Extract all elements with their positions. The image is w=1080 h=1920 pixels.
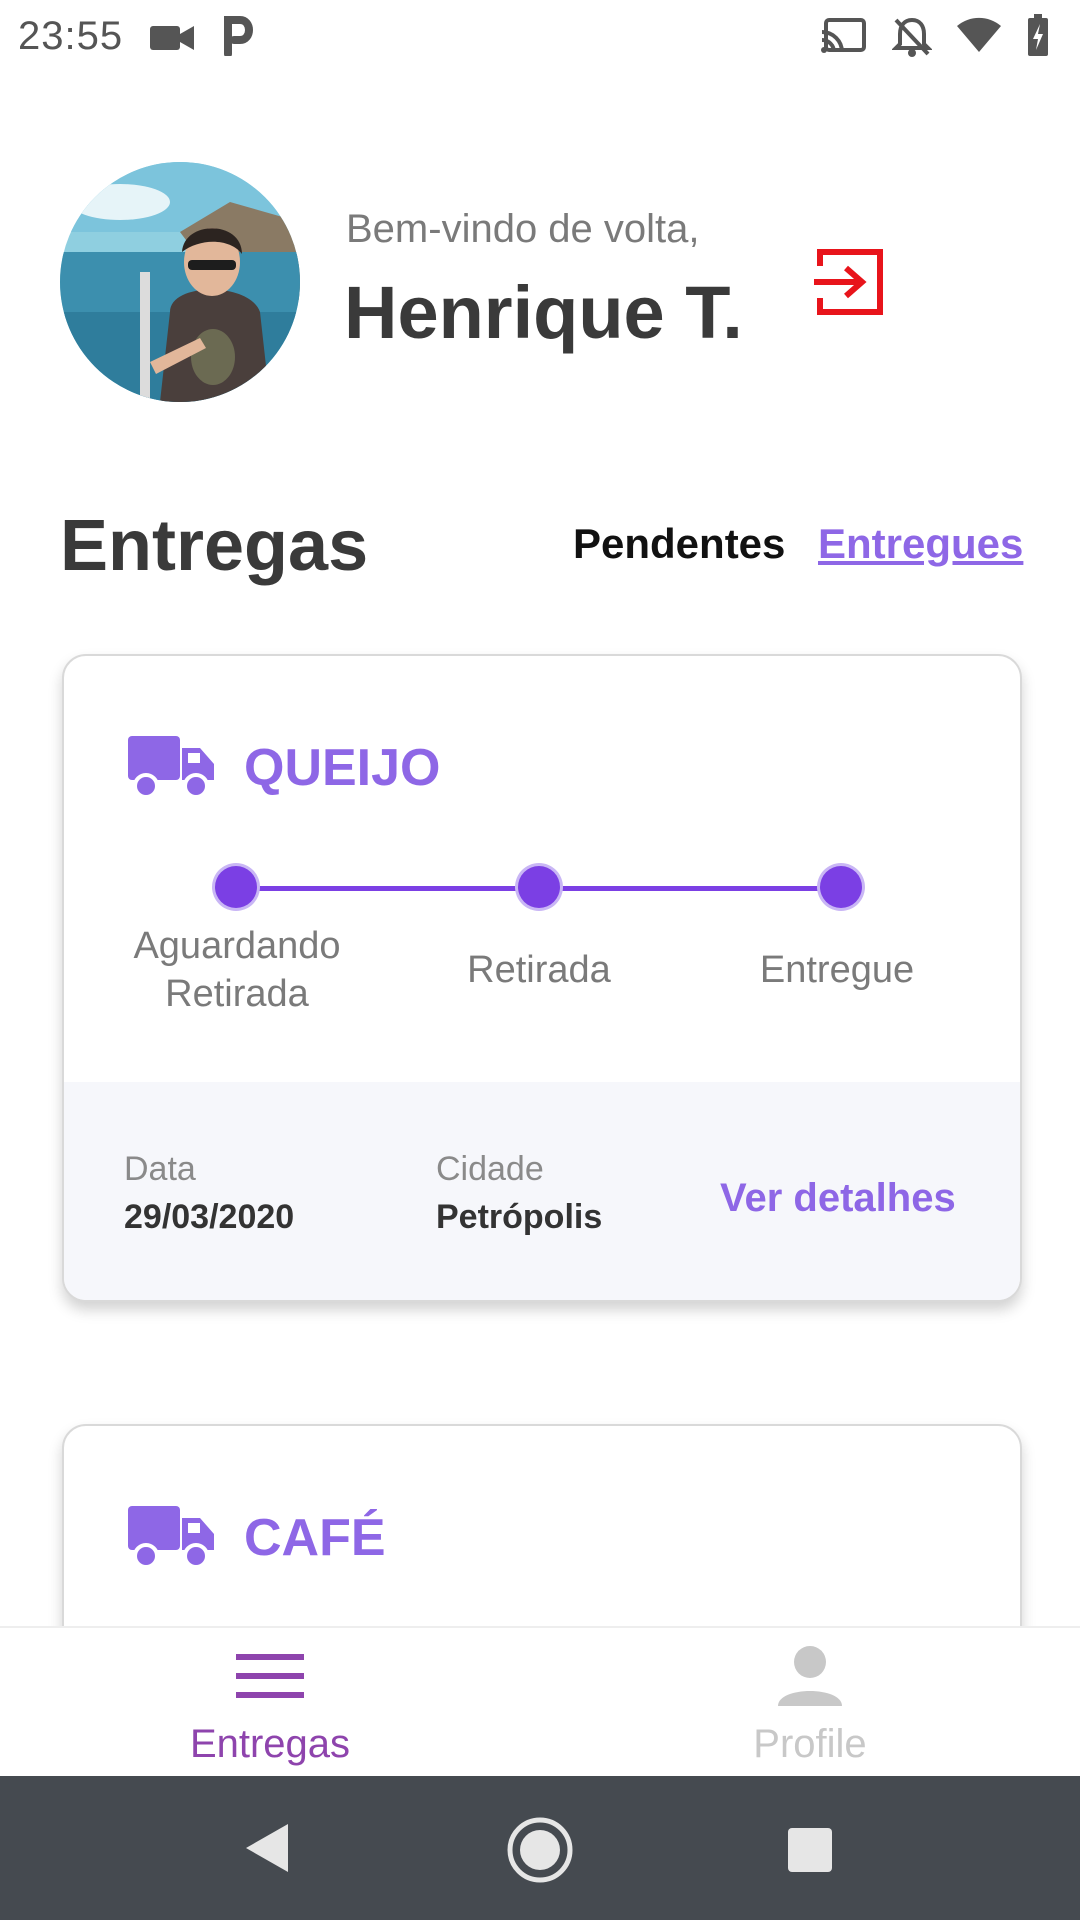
step-label-picked-up: Retirada xyxy=(467,949,611,991)
video-camera-icon xyxy=(150,24,196,57)
avatar xyxy=(60,162,300,402)
recents-icon[interactable] xyxy=(786,1826,834,1879)
step-label-awaiting: Aguardando Retirada xyxy=(133,925,341,1015)
logout-icon xyxy=(814,249,883,315)
notifications-off-icon xyxy=(891,16,933,63)
app-screen: 23:55 Bem-vindo de volta, Henrique T. En… xyxy=(0,0,1080,1920)
nav-label-entregas: Entregas xyxy=(189,1722,351,1766)
nav-label-profile: Profile xyxy=(753,1722,867,1766)
step-dot-awaiting xyxy=(215,866,257,908)
system-navigation-bar xyxy=(0,1776,1080,1920)
cast-icon xyxy=(820,18,866,61)
user-name: Henrique T. xyxy=(344,271,743,354)
welcome-text: Bem-vindo de volta, xyxy=(346,207,700,251)
delivery-progress: Aguardando Retirada Retirada Entregue xyxy=(64,866,1020,1015)
card-footer: Data 29/03/2020 Cidade Petrópolis Ver de… xyxy=(64,1082,1020,1300)
status-time: 23:55 xyxy=(18,14,124,58)
step-dot-picked-up xyxy=(518,866,560,908)
city-value: Petrópolis xyxy=(436,1198,603,1236)
status-bar: 23:55 xyxy=(0,0,1080,75)
menu-icon xyxy=(236,1654,304,1698)
step-label-delivered: Entregue xyxy=(759,949,915,991)
person-icon xyxy=(778,1646,842,1706)
tab-delivered[interactable]: Entregues xyxy=(818,520,1023,568)
battery-charging-icon xyxy=(1026,12,1050,63)
step-dot-delivered xyxy=(820,866,862,908)
parking-icon xyxy=(222,16,256,61)
date-label: Data xyxy=(124,1150,196,1188)
view-details-link[interactable]: Ver detalhes xyxy=(720,1176,956,1221)
delivery-card: QUEIJO Aguardando Retirada Retirada Entr… xyxy=(62,654,1022,1302)
tab-pending[interactable]: Pendentes xyxy=(573,520,785,568)
home-icon[interactable] xyxy=(506,1816,574,1889)
nav-tab-profile[interactable]: Profile xyxy=(540,1628,1080,1778)
truck-icon xyxy=(128,1506,214,1568)
section-title: Entregas xyxy=(60,506,369,586)
logout-button[interactable] xyxy=(812,244,888,320)
product-name: QUEIJO xyxy=(244,739,441,797)
wifi-icon xyxy=(956,16,1002,59)
date-value: 29/03/2020 xyxy=(124,1198,295,1236)
product-name: CAFÉ xyxy=(244,1509,386,1567)
bottom-tab-bar: Entregas Profile xyxy=(0,1626,1080,1778)
nav-tab-entregas[interactable]: Entregas xyxy=(0,1628,540,1778)
truck-icon xyxy=(128,736,214,798)
city-label: Cidade xyxy=(436,1150,544,1188)
back-icon[interactable] xyxy=(244,1822,290,1879)
